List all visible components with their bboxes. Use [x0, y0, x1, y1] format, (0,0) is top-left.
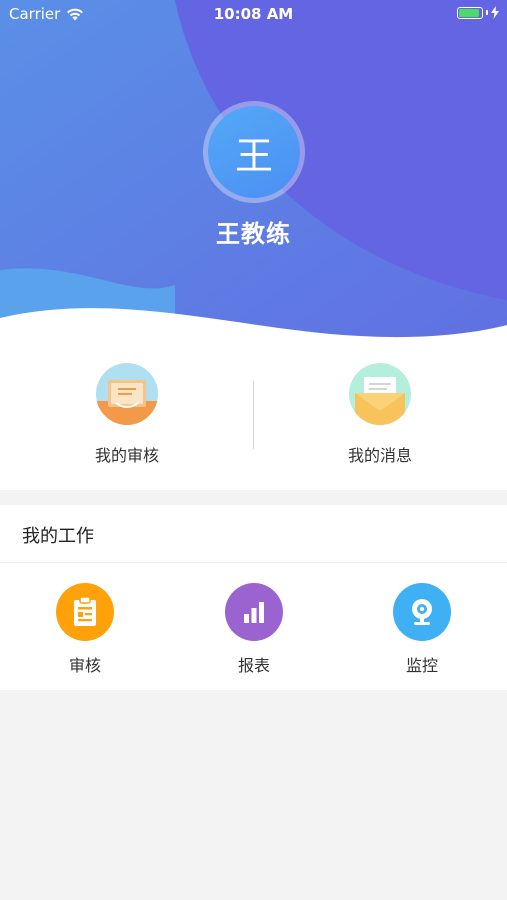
my-work-section: 我的工作 审核 报表 监控 — [0, 505, 507, 690]
work-item-label: 监控 — [405, 656, 438, 675]
status-bar: Carrier 10:08 AM — [0, 0, 507, 28]
status-time: 10:08 AM — [213, 5, 294, 23]
profile-header: Carrier 10:08 AM 王 王教练 — [0, 0, 507, 345]
quick-links-divider — [253, 381, 254, 449]
quick-link-label: 我的审核 — [94, 446, 159, 465]
user-name: 王教练 — [216, 220, 291, 248]
quick-links-panel: 我的审核 我的消息 — [0, 345, 507, 490]
battery-icon — [457, 6, 499, 19]
work-item-monitoring[interactable]: 监控 — [362, 583, 482, 676]
work-item-reports[interactable]: 报表 — [194, 583, 314, 676]
work-item-label: 报表 — [237, 656, 270, 675]
section-divider — [0, 562, 507, 563]
quick-link-my-messages[interactable]: 我的消息 — [300, 363, 460, 466]
review-card-icon — [96, 363, 158, 425]
webcam-icon — [393, 583, 451, 641]
message-envelope-icon — [349, 363, 411, 425]
clipboard-icon — [56, 583, 114, 641]
work-item-label: 审核 — [68, 656, 101, 675]
avatar-initial: 王 — [208, 106, 300, 198]
section-title: 我的工作 — [22, 526, 94, 547]
bar-chart-icon — [225, 583, 283, 641]
avatar[interactable]: 王 — [203, 101, 305, 203]
charging-bolt-icon — [491, 6, 499, 19]
quick-link-my-review[interactable]: 我的审核 — [47, 363, 207, 466]
work-item-review[interactable]: 审核 — [25, 583, 145, 676]
quick-link-label: 我的消息 — [347, 446, 412, 465]
